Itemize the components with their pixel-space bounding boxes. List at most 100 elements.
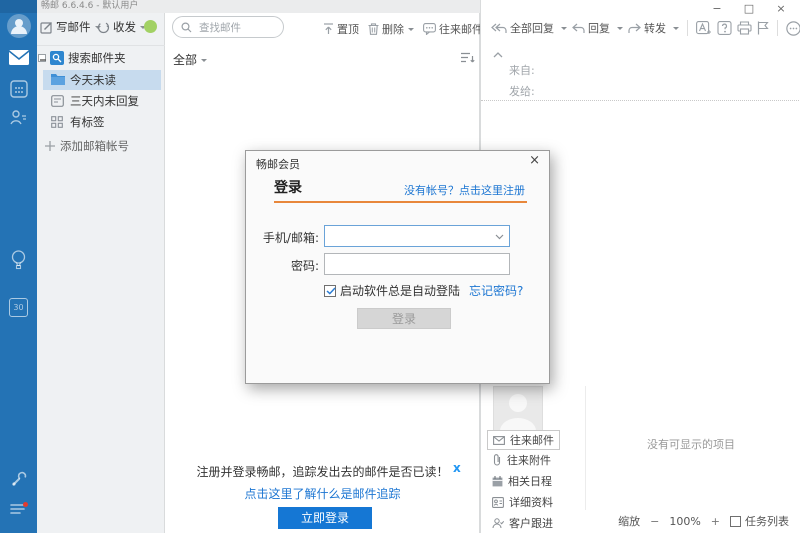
correspondence-label: 往来邮件	[439, 21, 483, 37]
contacts-icon	[9, 108, 28, 127]
collapse-header-button[interactable]	[493, 52, 503, 58]
dialog-close-button[interactable]: ×	[529, 153, 540, 168]
reply-icon	[572, 23, 585, 34]
contacts-nav-button[interactable]	[0, 108, 37, 127]
from-label: 来自:	[509, 62, 535, 78]
contact-tab-correspondence-attachments[interactable]: 往来附件	[487, 451, 556, 469]
forgot-password-link[interactable]: 忘记密码?	[469, 282, 523, 299]
task-list-checkbox[interactable]	[730, 516, 741, 527]
search-box[interactable]	[172, 16, 284, 38]
contact-avatar-placeholder	[493, 386, 543, 432]
auto-login-toggle[interactable]: 启动软件总是自动登陆	[324, 282, 460, 299]
forward-button[interactable]: 转发	[628, 20, 679, 36]
zoom-in-button[interactable]: +	[711, 515, 720, 528]
contact-tab-details[interactable]: 详细资料	[487, 493, 558, 511]
more-reading-actions-button[interactable]	[786, 21, 800, 36]
reply-all-icon	[491, 23, 507, 34]
reading-toolbar: 全部回复 回复 转发	[491, 20, 800, 36]
promo-text: 注册并登录畅邮，追踪发出去的邮件是否已读！	[165, 463, 480, 480]
folder-item-no-reply-3days[interactable]: 三天内未回复	[43, 91, 161, 111]
folder-root-search-folders[interactable]: 搜索邮件夹	[37, 48, 165, 68]
balloon-icon	[10, 250, 27, 270]
account-combo[interactable]	[324, 225, 510, 247]
password-input[interactable]	[329, 256, 495, 274]
search-input[interactable]	[197, 19, 283, 37]
calendar-nav-button[interactable]	[0, 80, 37, 98]
add-account-button[interactable]: 添加邮箱帐号	[45, 137, 129, 155]
folder-item-today-unread[interactable]: 今天未读	[43, 70, 161, 90]
password-field[interactable]	[324, 253, 510, 275]
contact-tab-related-schedule[interactable]: 相关日程	[487, 472, 557, 490]
heading-underline	[274, 201, 527, 203]
forward-label: 转发	[644, 20, 666, 36]
mail-nav-button[interactable]	[0, 50, 37, 65]
menu-button[interactable]	[0, 502, 37, 516]
account-input[interactable]	[329, 228, 495, 246]
help-button[interactable]	[717, 21, 732, 35]
contact-tab-label: 相关日程	[508, 473, 552, 489]
settings-button[interactable]	[0, 470, 37, 488]
pin-top-icon	[323, 23, 334, 35]
sort-button[interactable]	[461, 52, 475, 64]
reply-all-button[interactable]: 全部回复	[491, 20, 567, 36]
close-button[interactable]: ×	[773, 2, 789, 16]
filter-caret-icon	[201, 59, 207, 65]
contact-tab-label: 往来邮件	[510, 432, 554, 448]
promo-close-button[interactable]: x	[453, 461, 461, 475]
delete-button[interactable]: 删除	[368, 21, 414, 37]
mail-icon	[9, 50, 29, 65]
login-heading: 登录	[274, 177, 302, 197]
zoom-out-button[interactable]: −	[650, 515, 659, 528]
pin-top-button[interactable]: 置顶	[323, 21, 359, 37]
online-status-dot[interactable]	[144, 20, 157, 33]
wrench-icon	[10, 470, 28, 488]
balloon-nav-button[interactable]	[0, 250, 37, 270]
tree-collapse-icon[interactable]	[38, 54, 46, 62]
calendar-grid-icon	[10, 80, 28, 98]
envelope-icon	[493, 436, 505, 445]
task-list-toggle[interactable]: 任务列表	[730, 513, 789, 529]
promo-login-button[interactable]: 立即登录	[278, 507, 372, 529]
paperclip-icon	[492, 454, 502, 466]
dialog-login-button[interactable]: 登录	[357, 308, 451, 329]
folder-item-label: 今天未读	[70, 70, 116, 90]
status-bar: 缩放 − 100% + 任务列表	[481, 511, 795, 531]
rail-top-corner	[0, 0, 37, 13]
reply-label: 回复	[588, 20, 610, 36]
promo-tracking-link[interactable]: 点击这里了解什么是邮件追踪	[165, 485, 480, 502]
folder-root-label: 搜索邮件夹	[68, 48, 126, 68]
add-account-label: 添加邮箱帐号	[60, 138, 129, 154]
print-button[interactable]	[737, 21, 752, 35]
register-link[interactable]: 没有帐号？点击这里注册	[404, 182, 525, 198]
combo-chevron-icon[interactable]	[495, 234, 504, 240]
compose-button[interactable]: 写邮件	[40, 19, 101, 35]
account-avatar-button[interactable]	[0, 13, 37, 39]
id-card-icon	[492, 497, 504, 508]
question-icon	[717, 21, 732, 35]
minimize-button[interactable]: −	[709, 2, 725, 16]
contact-tab-correspondence-mail[interactable]: 往来邮件	[487, 430, 560, 450]
send-receive-button[interactable]: 收发	[97, 19, 146, 35]
correspondence-button[interactable]: 往来邮件	[423, 21, 483, 37]
plus-icon	[45, 141, 55, 151]
forward-icon	[628, 23, 641, 34]
check-icon	[326, 287, 336, 295]
auto-login-checkbox[interactable]	[324, 285, 336, 297]
reply-caret-icon	[617, 27, 623, 33]
reply-button[interactable]: 回复	[572, 20, 623, 36]
folder-item-tagged[interactable]: 有标签	[43, 112, 161, 132]
flag-button[interactable]	[757, 21, 769, 35]
reply-all-caret-icon	[561, 27, 567, 33]
calendar-30-button[interactable]: 30	[0, 298, 37, 317]
promo-text-label: 注册并登录畅邮，追踪发出去的邮件是否已读！	[196, 465, 448, 479]
printer-icon	[737, 21, 752, 35]
maximize-button[interactable]: □	[741, 2, 757, 16]
list-toolbar: 置顶 删除 往来邮件	[323, 21, 506, 37]
filter-dropdown[interactable]: 全部	[173, 51, 207, 68]
search-icon	[181, 22, 192, 33]
contact-section-divider	[585, 386, 586, 510]
forward-caret-icon	[673, 27, 679, 33]
font-size-button[interactable]	[696, 21, 712, 35]
promo-close-label: x	[453, 461, 461, 475]
login-dialog: 畅邮会员 × 登录 没有帐号？点击这里注册 手机/邮箱: 密码: 启动软件总是自…	[245, 150, 550, 384]
